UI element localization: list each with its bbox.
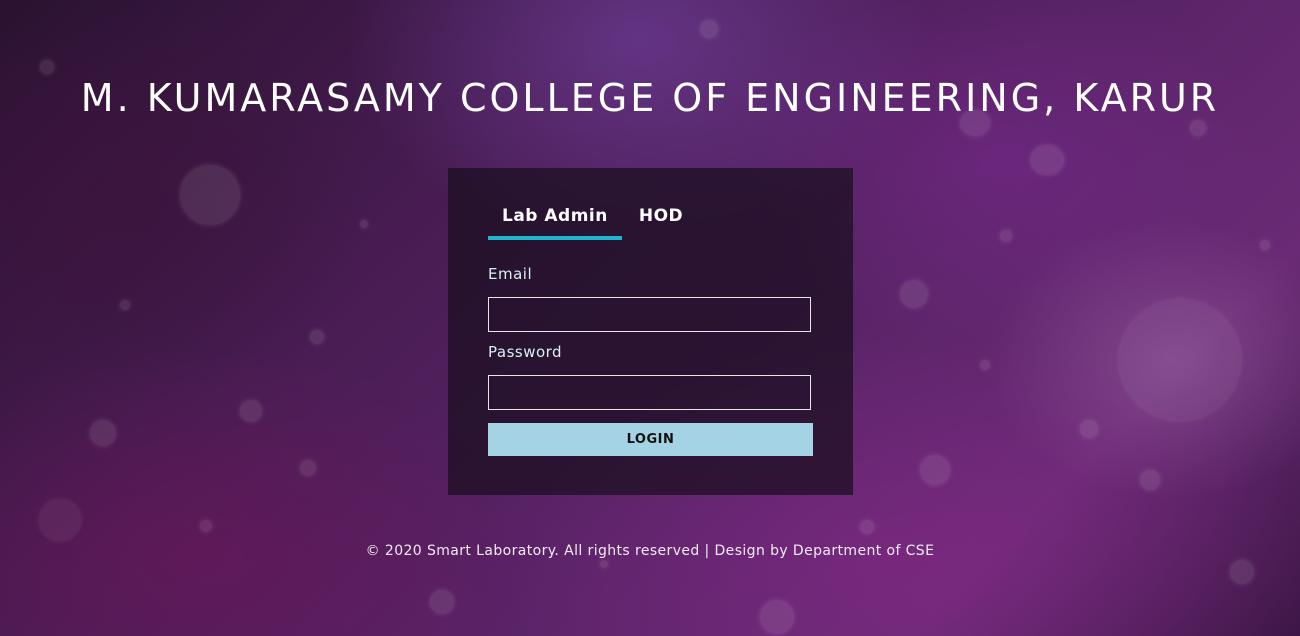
- tab-hod[interactable]: HOD: [622, 202, 697, 240]
- tab-lab-admin[interactable]: Lab Admin: [488, 202, 622, 240]
- page-title: M. KUMARASAMY COLLEGE OF ENGINEERING, KA…: [80, 76, 1220, 120]
- login-card: Lab Admin HOD Email Password LOGIN: [448, 168, 853, 495]
- login-tabs: Lab Admin HOD: [488, 202, 697, 240]
- footer-copyright: © 2020 Smart Laboratory. All rights rese…: [365, 543, 935, 559]
- login-button[interactable]: LOGIN: [488, 423, 813, 456]
- email-label: Email: [488, 265, 533, 283]
- email-field[interactable]: [488, 297, 811, 332]
- password-label: Password: [488, 343, 563, 361]
- password-field[interactable]: [488, 375, 811, 410]
